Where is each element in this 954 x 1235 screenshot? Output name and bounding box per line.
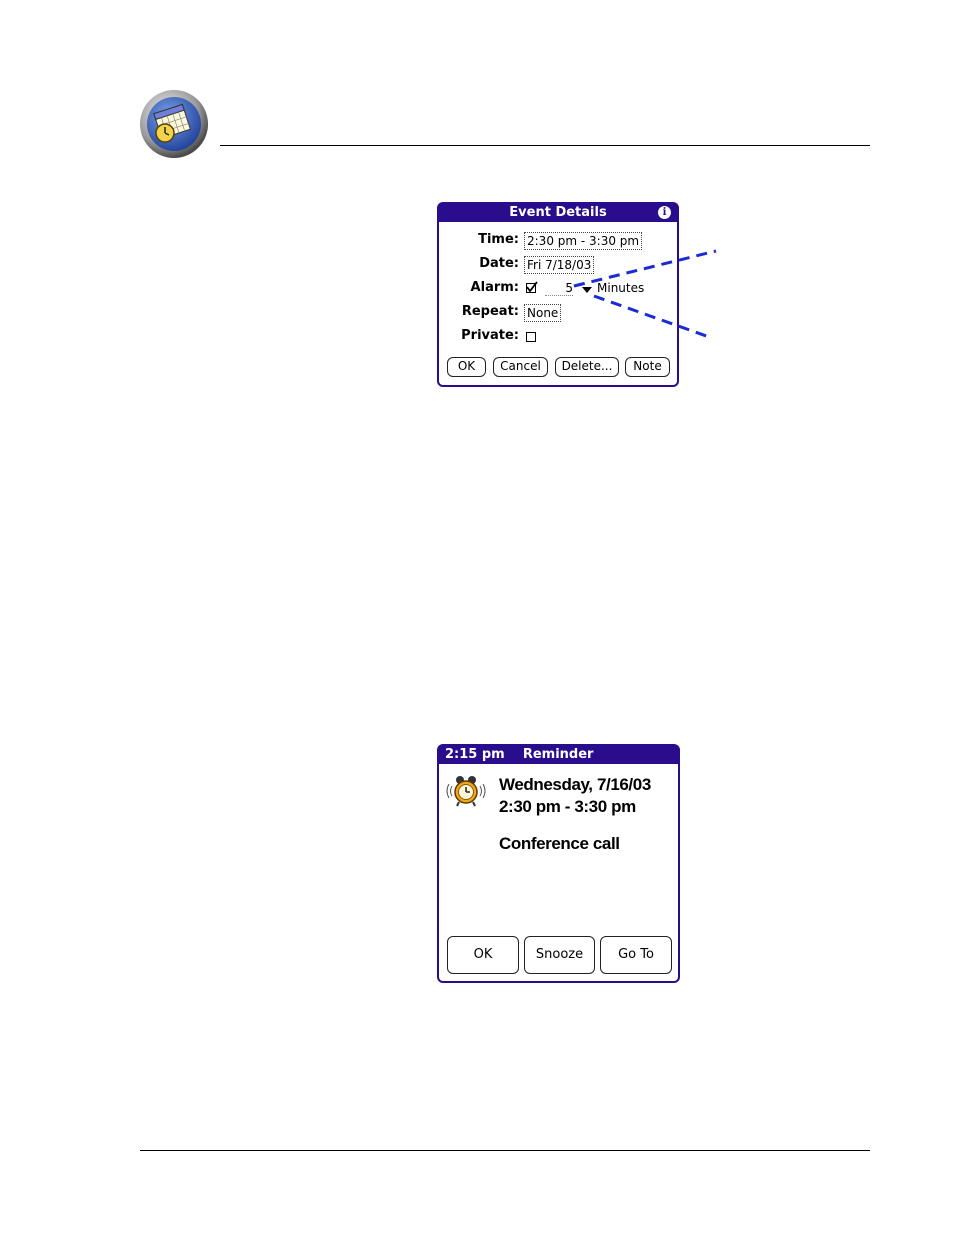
callout-line-upper (573, 249, 717, 288)
alarm-clock-icon (443, 774, 489, 813)
cancel-button[interactable]: Cancel (493, 357, 548, 377)
time-label: Time: (478, 232, 519, 247)
dialog-title: Event Details (509, 205, 607, 220)
reminder-description: Conference call (499, 834, 620, 853)
header-divider (220, 145, 870, 146)
alarm-checkbox[interactable] (526, 281, 538, 293)
reminder-ok-button[interactable]: OK (447, 936, 519, 974)
alarm-label: Alarm: (470, 280, 519, 295)
go-to-button[interactable]: Go To (600, 936, 672, 974)
reminder-dialog: 2:15 pm Reminder Wednesday, 7/16/03 2:30… (437, 744, 680, 983)
private-checkbox[interactable] (526, 332, 536, 342)
private-label: Private: (461, 328, 519, 343)
calendar-clock-icon (138, 88, 210, 160)
dialog-title-bar: Event Details i (439, 204, 677, 222)
note-button[interactable]: Note (625, 357, 670, 377)
snooze-button[interactable]: Snooze (524, 936, 595, 974)
date-label: Date: (479, 256, 519, 271)
repeat-label: Repeat: (461, 304, 519, 319)
footer-divider (140, 1150, 870, 1151)
repeat-field[interactable]: None (524, 304, 562, 322)
callout-line-lower (593, 294, 713, 340)
reminder-time-range: 2:30 pm - 3:30 pm (499, 797, 636, 816)
reminder-date: Wednesday, 7/16/03 (499, 775, 651, 794)
info-icon[interactable]: i (658, 206, 671, 219)
reminder-time: 2:15 pm (445, 747, 505, 762)
delete-button[interactable]: Delete... (555, 357, 619, 377)
reminder-title-bar: 2:15 pm Reminder (439, 746, 678, 764)
callout-lines (573, 249, 717, 340)
check-mark-icon (526, 281, 538, 293)
ok-button[interactable]: OK (447, 357, 486, 377)
reminder-title: Reminder (522, 747, 594, 762)
